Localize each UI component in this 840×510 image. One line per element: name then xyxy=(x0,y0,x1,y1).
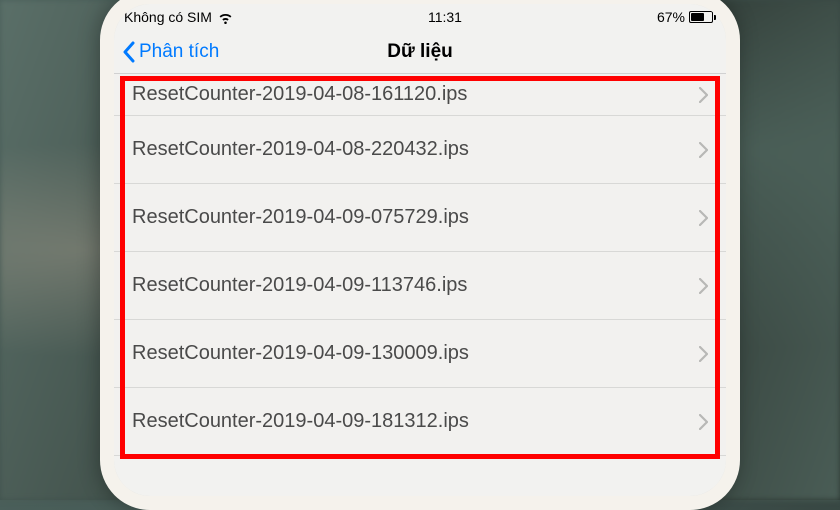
item-label: ResetCounter-2019-04-09-181312.ips xyxy=(132,410,469,433)
chevron-right-icon xyxy=(699,414,708,430)
list-item[interactable]: ResetCounter-2019-04-09-181312.ips xyxy=(114,388,726,456)
item-label: ResetCounter-2019-04-08-161120.ips xyxy=(132,83,467,106)
status-time: 11:31 xyxy=(428,9,462,25)
item-label: ResetCounter-2019-04-09-075729.ips xyxy=(132,206,469,229)
status-bar: Không có SIM 11:31 67% xyxy=(114,4,726,30)
list-container: ResetCounter-2019-04-08-161120.ips Reset… xyxy=(114,74,726,456)
back-button[interactable]: Phân tích xyxy=(114,41,219,63)
nav-bar: Phân tích Dữ liệu xyxy=(114,30,726,74)
item-label: ResetCounter-2019-04-08-220432.ips xyxy=(132,138,469,161)
page-title: Dữ liệu xyxy=(387,41,453,63)
phone-frame: Không có SIM 11:31 67% xyxy=(100,0,740,510)
chevron-right-icon xyxy=(699,142,708,158)
item-label: ResetCounter-2019-04-09-130009.ips xyxy=(132,342,469,365)
list-item[interactable]: ResetCounter-2019-04-08-220432.ips xyxy=(114,116,726,184)
battery-percent: 67% xyxy=(657,9,685,25)
battery-icon xyxy=(689,11,716,23)
list-item[interactable]: ResetCounter-2019-04-09-113746.ips xyxy=(114,252,726,320)
list-item[interactable]: ResetCounter-2019-04-09-075729.ips xyxy=(114,184,726,252)
item-label: ResetCounter-2019-04-09-113746.ips xyxy=(132,274,467,297)
chevron-left-icon xyxy=(122,41,135,63)
chevron-right-icon xyxy=(699,278,708,294)
carrier-label: Không có SIM xyxy=(124,9,212,25)
list-item[interactable]: ResetCounter-2019-04-08-161120.ips xyxy=(114,74,726,116)
chevron-right-icon xyxy=(699,346,708,362)
phone-screen: Không có SIM 11:31 67% xyxy=(114,4,726,496)
status-right: 67% xyxy=(657,9,716,25)
back-label: Phân tích xyxy=(139,41,219,63)
status-left: Không có SIM xyxy=(124,9,233,25)
chevron-right-icon xyxy=(699,87,708,103)
wifi-icon xyxy=(218,11,233,23)
chevron-right-icon xyxy=(699,210,708,226)
list-item[interactable]: ResetCounter-2019-04-09-130009.ips xyxy=(114,320,726,388)
